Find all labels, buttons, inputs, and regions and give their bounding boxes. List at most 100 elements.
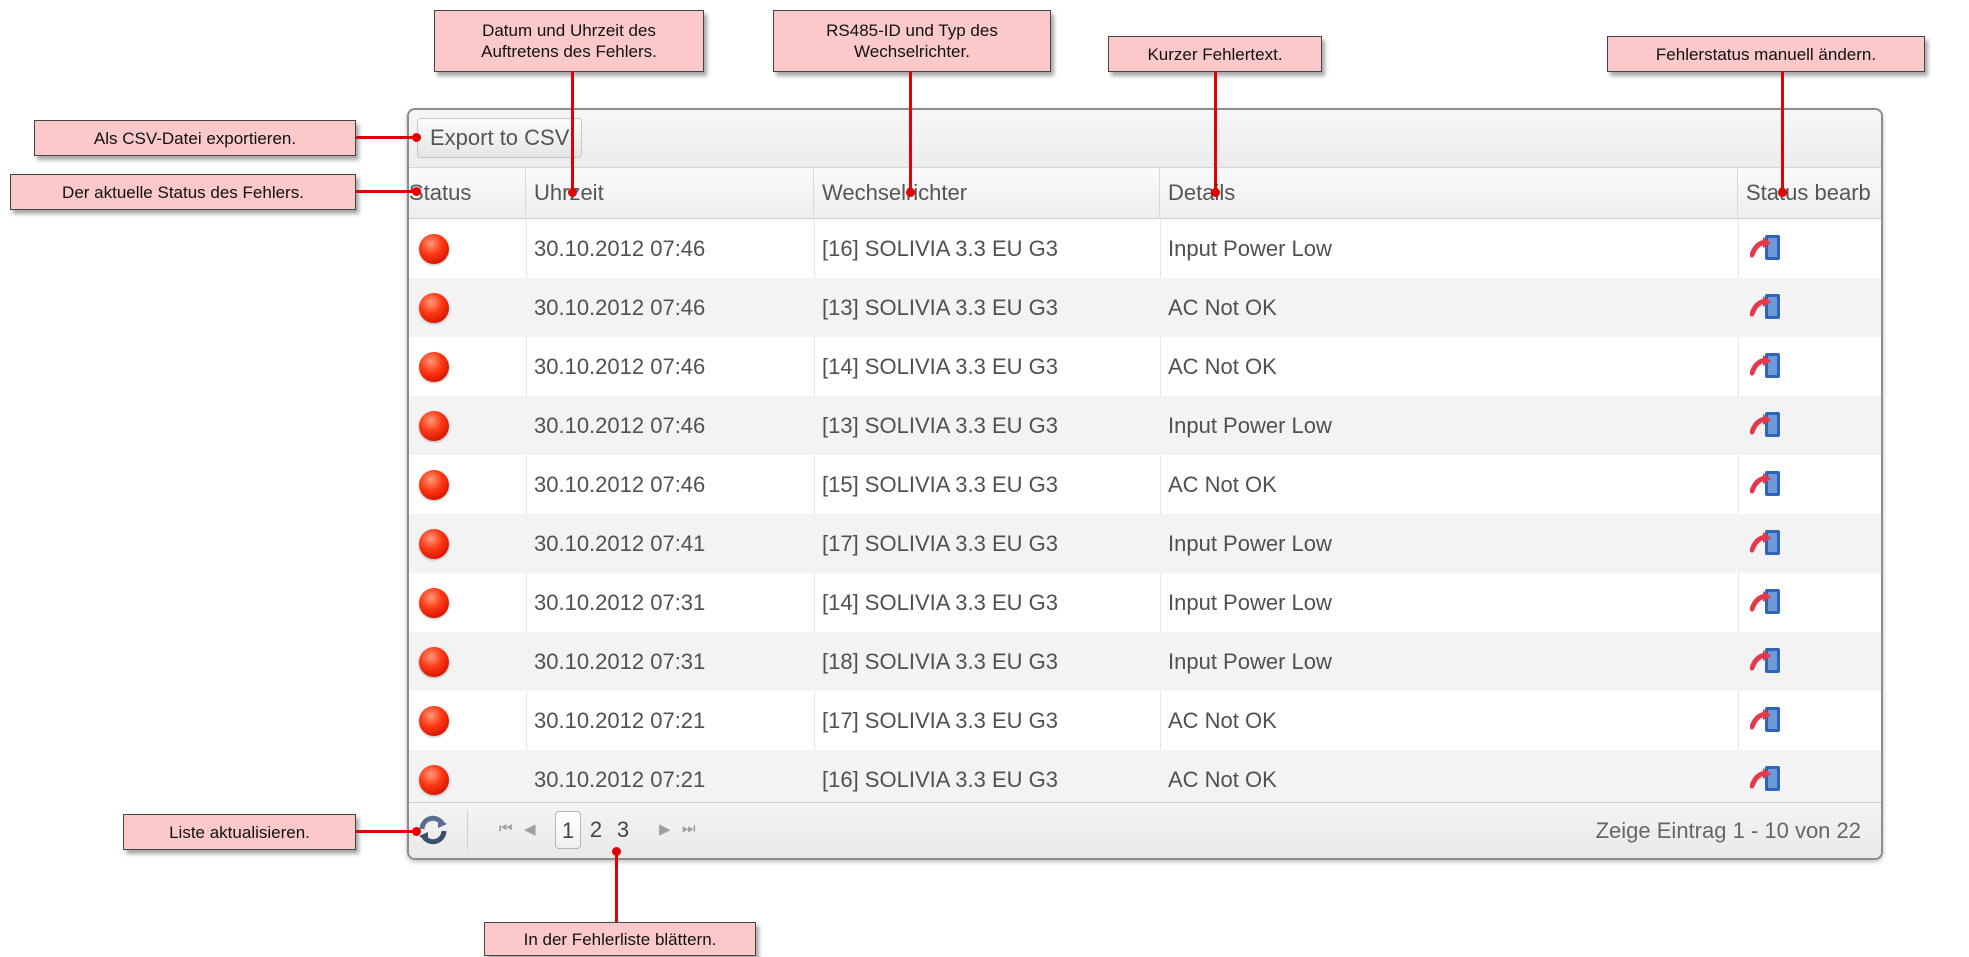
details-cell: AC Not OK (1168, 767, 1277, 792)
time-cell: 30.10.2012 07:46 (534, 295, 706, 320)
callout-rs485-line2: Wechselrichter. (854, 42, 970, 61)
page-2-button[interactable]: 2 (583, 811, 609, 849)
details-cell: AC Not OK (1168, 708, 1277, 733)
status-cell (409, 396, 526, 455)
first-page-icon[interactable]: ⏮ (499, 820, 513, 837)
edit-status-icon[interactable] (1750, 587, 1784, 617)
export-csv-button[interactable]: Export to CSV (417, 118, 583, 158)
leader-dot (412, 133, 421, 142)
leader-dot (412, 827, 421, 836)
column-header-status[interactable]: Status (409, 168, 526, 218)
refresh-icon[interactable] (417, 815, 449, 845)
previous-page-icon[interactable]: ◀ (524, 820, 536, 838)
details-cell: AC Not OK (1168, 354, 1277, 379)
callout-datetime-line1: Datum und Uhrzeit des (482, 21, 656, 40)
edit-status-icon[interactable] (1750, 764, 1784, 794)
callout-export-csv: Als CSV-Datei exportieren. (34, 120, 356, 156)
callout-edit-status: Fehlerstatus manuell ändern. (1607, 36, 1925, 72)
table-row[interactable]: 30.10.2012 07:46 [13] SOLIVIA 3.3 EU G3 In… (409, 396, 1881, 455)
column-header-inverter[interactable]: Wechselrichter (814, 168, 1160, 218)
edit-status-cell (1738, 632, 1881, 691)
callout-datetime-line2: Auftretens des Fehlers. (481, 42, 657, 61)
leader-line (1214, 72, 1217, 192)
inverter-cell: [13] SOLIVIA 3.3 EU G3 (822, 295, 1059, 320)
leader-dot (612, 847, 621, 856)
inverter-cell: [14] SOLIVIA 3.3 EU G3 (822, 354, 1059, 379)
edit-status-icon[interactable] (1750, 528, 1784, 558)
callout-datetime: Datum und Uhrzeit des Auftretens des Feh… (434, 10, 704, 72)
edit-status-cell (1738, 455, 1881, 514)
callout-short-text: Kurzer Fehlertext. (1108, 36, 1322, 72)
edit-status-cell (1738, 691, 1881, 750)
leader-dot (1211, 188, 1220, 197)
edit-status-icon[interactable] (1750, 705, 1784, 735)
table-row[interactable]: 30.10.2012 07:31 [18] SOLIVIA 3.3 EU G3 In… (409, 632, 1881, 691)
inverter-cell: [14] SOLIVIA 3.3 EU G3 (822, 590, 1059, 615)
time-cell: 30.10.2012 07:46 (534, 472, 706, 497)
status-cell (409, 691, 526, 750)
column-header-edit-status[interactable]: Status bearb (1738, 168, 1881, 218)
time-cell: 30.10.2012 07:21 (534, 708, 706, 733)
table-row[interactable]: 30.10.2012 07:21 [17] SOLIVIA 3.3 EU G3 AC… (409, 691, 1881, 750)
paging-info: Zeige Eintrag 1 - 10 von 22 (1595, 818, 1861, 843)
next-page-icon[interactable]: ▶ (659, 820, 671, 838)
edit-status-cell (1738, 750, 1881, 809)
callout-current-status-label: Der aktuelle Status des Fehlers. (62, 182, 304, 202)
callout-refresh: Liste aktualisieren. (123, 814, 356, 850)
leader-dot (1778, 188, 1787, 197)
status-cell (409, 455, 526, 514)
edit-status-icon[interactable] (1750, 233, 1784, 263)
leader-dot (906, 188, 915, 197)
inverter-cell: [18] SOLIVIA 3.3 EU G3 (822, 649, 1059, 674)
details-cell: AC Not OK (1168, 472, 1277, 497)
leader-line (356, 136, 416, 139)
column-header-details[interactable]: Details (1160, 168, 1738, 218)
red-error-dot-icon (419, 470, 449, 500)
red-error-dot-icon (419, 765, 449, 795)
inverter-cell: [17] SOLIVIA 3.3 EU G3 (822, 708, 1059, 733)
edit-status-cell (1738, 219, 1881, 278)
edit-status-icon[interactable] (1750, 351, 1784, 381)
red-error-dot-icon (419, 529, 449, 559)
table-row[interactable]: 30.10.2012 07:46 [16] SOLIVIA 3.3 EU G3 In… (409, 219, 1881, 278)
status-cell (409, 750, 526, 809)
details-cell: Input Power Low (1168, 590, 1332, 615)
leader-line (571, 72, 574, 192)
callout-rs485-line1: RS485-ID und Typ des (826, 21, 998, 40)
red-error-dot-icon (419, 411, 449, 441)
page-1-button[interactable]: 1 (555, 811, 581, 849)
time-cell: 30.10.2012 07:46 (534, 354, 706, 379)
red-error-dot-icon (419, 588, 449, 618)
edit-status-icon[interactable] (1750, 292, 1784, 322)
callout-export-csv-label: Als CSV-Datei exportieren. (93, 128, 297, 148)
callout-refresh-label: Liste aktualisieren. (169, 822, 310, 842)
status-cell (409, 337, 526, 396)
paging-separator (467, 811, 468, 849)
time-cell: 30.10.2012 07:41 (534, 531, 706, 556)
leader-line (909, 72, 912, 192)
callout-edit-status-label: Fehlerstatus manuell ändern. (1655, 44, 1877, 64)
inverter-cell: [15] SOLIVIA 3.3 EU G3 (822, 472, 1059, 497)
table-row[interactable]: 30.10.2012 07:46 [13] SOLIVIA 3.3 EU G3 AC… (409, 278, 1881, 337)
status-cell (409, 219, 526, 278)
inverter-cell: [16] SOLIVIA 3.3 EU G3 (822, 236, 1059, 261)
callout-current-status: Der aktuelle Status des Fehlers. (10, 174, 356, 210)
table-row[interactable]: 30.10.2012 07:46 [14] SOLIVIA 3.3 EU G3 AC… (409, 337, 1881, 396)
table-row[interactable]: 30.10.2012 07:41 [17] SOLIVIA 3.3 EU G3 In… (409, 514, 1881, 573)
time-cell: 30.10.2012 07:31 (534, 590, 706, 615)
time-cell: 30.10.2012 07:46 (534, 413, 706, 438)
leader-line (356, 830, 416, 833)
table-row[interactable]: 30.10.2012 07:31 [14] SOLIVIA 3.3 EU G3 In… (409, 573, 1881, 632)
last-page-icon[interactable]: ⏭ (682, 820, 696, 837)
table-row[interactable]: 30.10.2012 07:46 [15] SOLIVIA 3.3 EU G3 AC… (409, 455, 1881, 514)
edit-status-icon[interactable] (1750, 646, 1784, 676)
leader-line (1781, 72, 1784, 192)
edit-status-cell (1738, 278, 1881, 337)
page-3-button[interactable]: 3 (610, 811, 636, 849)
table-row[interactable]: 30.10.2012 07:21 [16] SOLIVIA 3.3 EU G3 AC… (409, 750, 1881, 809)
edit-status-icon[interactable] (1750, 469, 1784, 499)
grid-toolbar: Export to CSV (409, 110, 1881, 168)
status-cell (409, 278, 526, 337)
status-cell (409, 573, 526, 632)
edit-status-icon[interactable] (1750, 410, 1784, 440)
